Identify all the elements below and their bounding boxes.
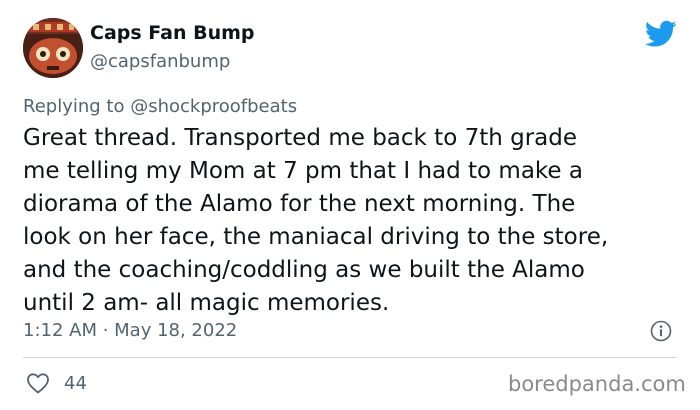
heart-icon[interactable] — [26, 372, 50, 394]
info-icon[interactable] — [650, 320, 672, 342]
tweet-text-line: until 2 am- all magic memories. — [23, 290, 390, 316]
tweet-text: Great thread. Transported me back to 7th… — [23, 122, 683, 320]
avatar[interactable] — [23, 18, 83, 78]
tweet-text-line: me telling my Mom at 7 pm that I had to … — [23, 158, 583, 184]
like-count: 44 — [64, 373, 87, 394]
divider — [23, 357, 677, 358]
user-handle[interactable]: @capsfanbump — [90, 51, 230, 72]
tweet-text-line: diorama of the Alamo for the next mornin… — [23, 191, 576, 217]
tweet-timestamp[interactable]: 1:12 AM · May 18, 2022 — [23, 320, 237, 341]
display-name[interactable]: Caps Fan Bump — [90, 22, 255, 44]
tweet-card: Caps Fan Bump @capsfanbump Replying to @… — [0, 0, 700, 410]
tweet-text-line: look on her face, the maniacal driving t… — [23, 224, 609, 250]
watermark: boredpanda.com — [508, 372, 686, 396]
replying-to-link[interactable]: @shockproofbeats — [130, 96, 297, 117]
replying-prefix: Replying to — [23, 96, 125, 117]
twitter-bird-icon[interactable] — [645, 20, 677, 48]
replying-to: Replying to @shockproofbeats — [23, 96, 297, 117]
tweet-text-line: and the coaching/coddling as we built th… — [23, 257, 585, 283]
tweet-text-line: Great thread. Transported me back to 7th… — [23, 125, 578, 151]
